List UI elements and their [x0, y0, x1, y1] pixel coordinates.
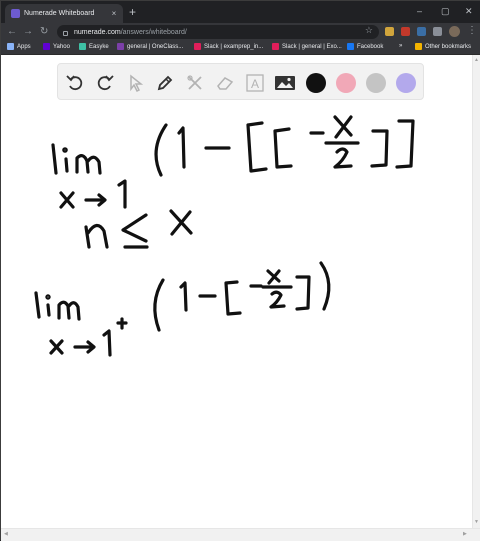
- bookmark-star-icon[interactable]: ☆: [365, 25, 373, 36]
- scroll-right-icon[interactable]: ▶: [463, 531, 467, 537]
- bookmarks-overflow-button[interactable]: »: [399, 43, 402, 49]
- extension-icon-2[interactable]: [401, 27, 410, 36]
- bookmark-label: Slack | examprep_in...: [204, 43, 264, 50]
- tab-title: Numerade Whiteboard: [24, 10, 95, 17]
- bookmark-label: general | OneClass...: [127, 43, 184, 50]
- scroll-down-icon[interactable]: ▼: [474, 519, 479, 525]
- reload-icon[interactable]: ↻: [40, 25, 48, 39]
- url-path: /answers/whiteboard/: [120, 28, 187, 36]
- facebook-icon: [347, 43, 354, 50]
- minimize-button[interactable]: –: [417, 5, 422, 17]
- title-bar: Numerade Whiteboard × + – ▢ ✕: [1, 1, 480, 23]
- extension-icon-1[interactable]: [385, 27, 394, 36]
- folder-icon: [415, 43, 422, 50]
- apps-grid-icon: [7, 43, 14, 50]
- extensions-puzzle-icon[interactable]: [433, 27, 442, 36]
- lock-icon: [63, 30, 68, 36]
- bookmark-easyke[interactable]: Easyke: [79, 43, 109, 50]
- address-row: ← → ↻ numerade.com /answers/whiteboard/ …: [1, 23, 480, 41]
- scroll-left-icon[interactable]: ◀: [4, 531, 8, 537]
- forward-arrow-icon[interactable]: →: [23, 25, 33, 39]
- back-arrow-icon[interactable]: ←: [7, 25, 17, 39]
- easyke-icon: [79, 43, 86, 50]
- handwriting-strokes: [34, 115, 415, 357]
- bookmarks-bar: Apps Yahoo Easyke general | OneClass... …: [1, 41, 480, 55]
- scroll-up-icon[interactable]: ▲: [474, 57, 479, 63]
- browser-window: Numerade Whiteboard × + – ▢ ✕ ← → ↻ nume…: [0, 0, 480, 541]
- bookmark-label: Facebook: [357, 43, 384, 50]
- slack-icon: [272, 43, 279, 50]
- new-tab-button[interactable]: +: [129, 5, 136, 19]
- bookmark-label: Easyke: [89, 43, 109, 50]
- tab-close-icon[interactable]: ×: [109, 9, 119, 18]
- yahoo-icon: [43, 43, 50, 50]
- slack-icon: [194, 43, 201, 50]
- bookmark-slack-examprep[interactable]: Slack | examprep_in...: [194, 43, 263, 50]
- ink-line-2: [84, 209, 193, 249]
- address-bar[interactable]: numerade.com /answers/whiteboard/ ☆: [57, 25, 379, 39]
- vertical-scrollbar[interactable]: [472, 55, 480, 528]
- bookmark-oneclass[interactable]: general | OneClass...: [117, 43, 183, 50]
- ink-line-3: [34, 261, 331, 332]
- overflow-chevron-icon: »: [399, 43, 403, 49]
- browser-tab[interactable]: Numerade Whiteboard ×: [5, 4, 123, 23]
- bookmark-label: Other bookmarks: [425, 43, 472, 50]
- ink-line-1: [51, 115, 415, 177]
- bookmark-apps[interactable]: Apps: [7, 43, 31, 50]
- close-window-button[interactable]: ✕: [465, 5, 473, 17]
- bookmark-facebook[interactable]: Facebook: [347, 43, 383, 50]
- bookmark-yahoo[interactable]: Yahoo: [43, 43, 70, 50]
- bookmark-other[interactable]: Other bookmarks: [415, 43, 471, 50]
- ink-subscript-3: [49, 317, 128, 357]
- ink-subscript-1: [59, 179, 127, 209]
- bookmark-slack-general[interactable]: Slack | general | Exo...: [272, 43, 342, 50]
- maximize-button[interactable]: ▢: [441, 5, 450, 17]
- oneclass-icon: [117, 43, 124, 50]
- horizontal-scrollbar[interactable]: [1, 528, 480, 541]
- numerade-favicon-icon: [11, 9, 20, 18]
- bookmark-label: Yahoo: [53, 43, 70, 50]
- extension-icon-3[interactable]: [417, 27, 426, 36]
- browser-menu-icon[interactable]: ⋮: [467, 25, 477, 36]
- bookmark-label: Slack | general | Exo...: [282, 43, 342, 50]
- profile-avatar[interactable]: [449, 26, 460, 37]
- bookmark-label: Apps: [17, 43, 31, 50]
- url-host: numerade.com: [74, 28, 121, 36]
